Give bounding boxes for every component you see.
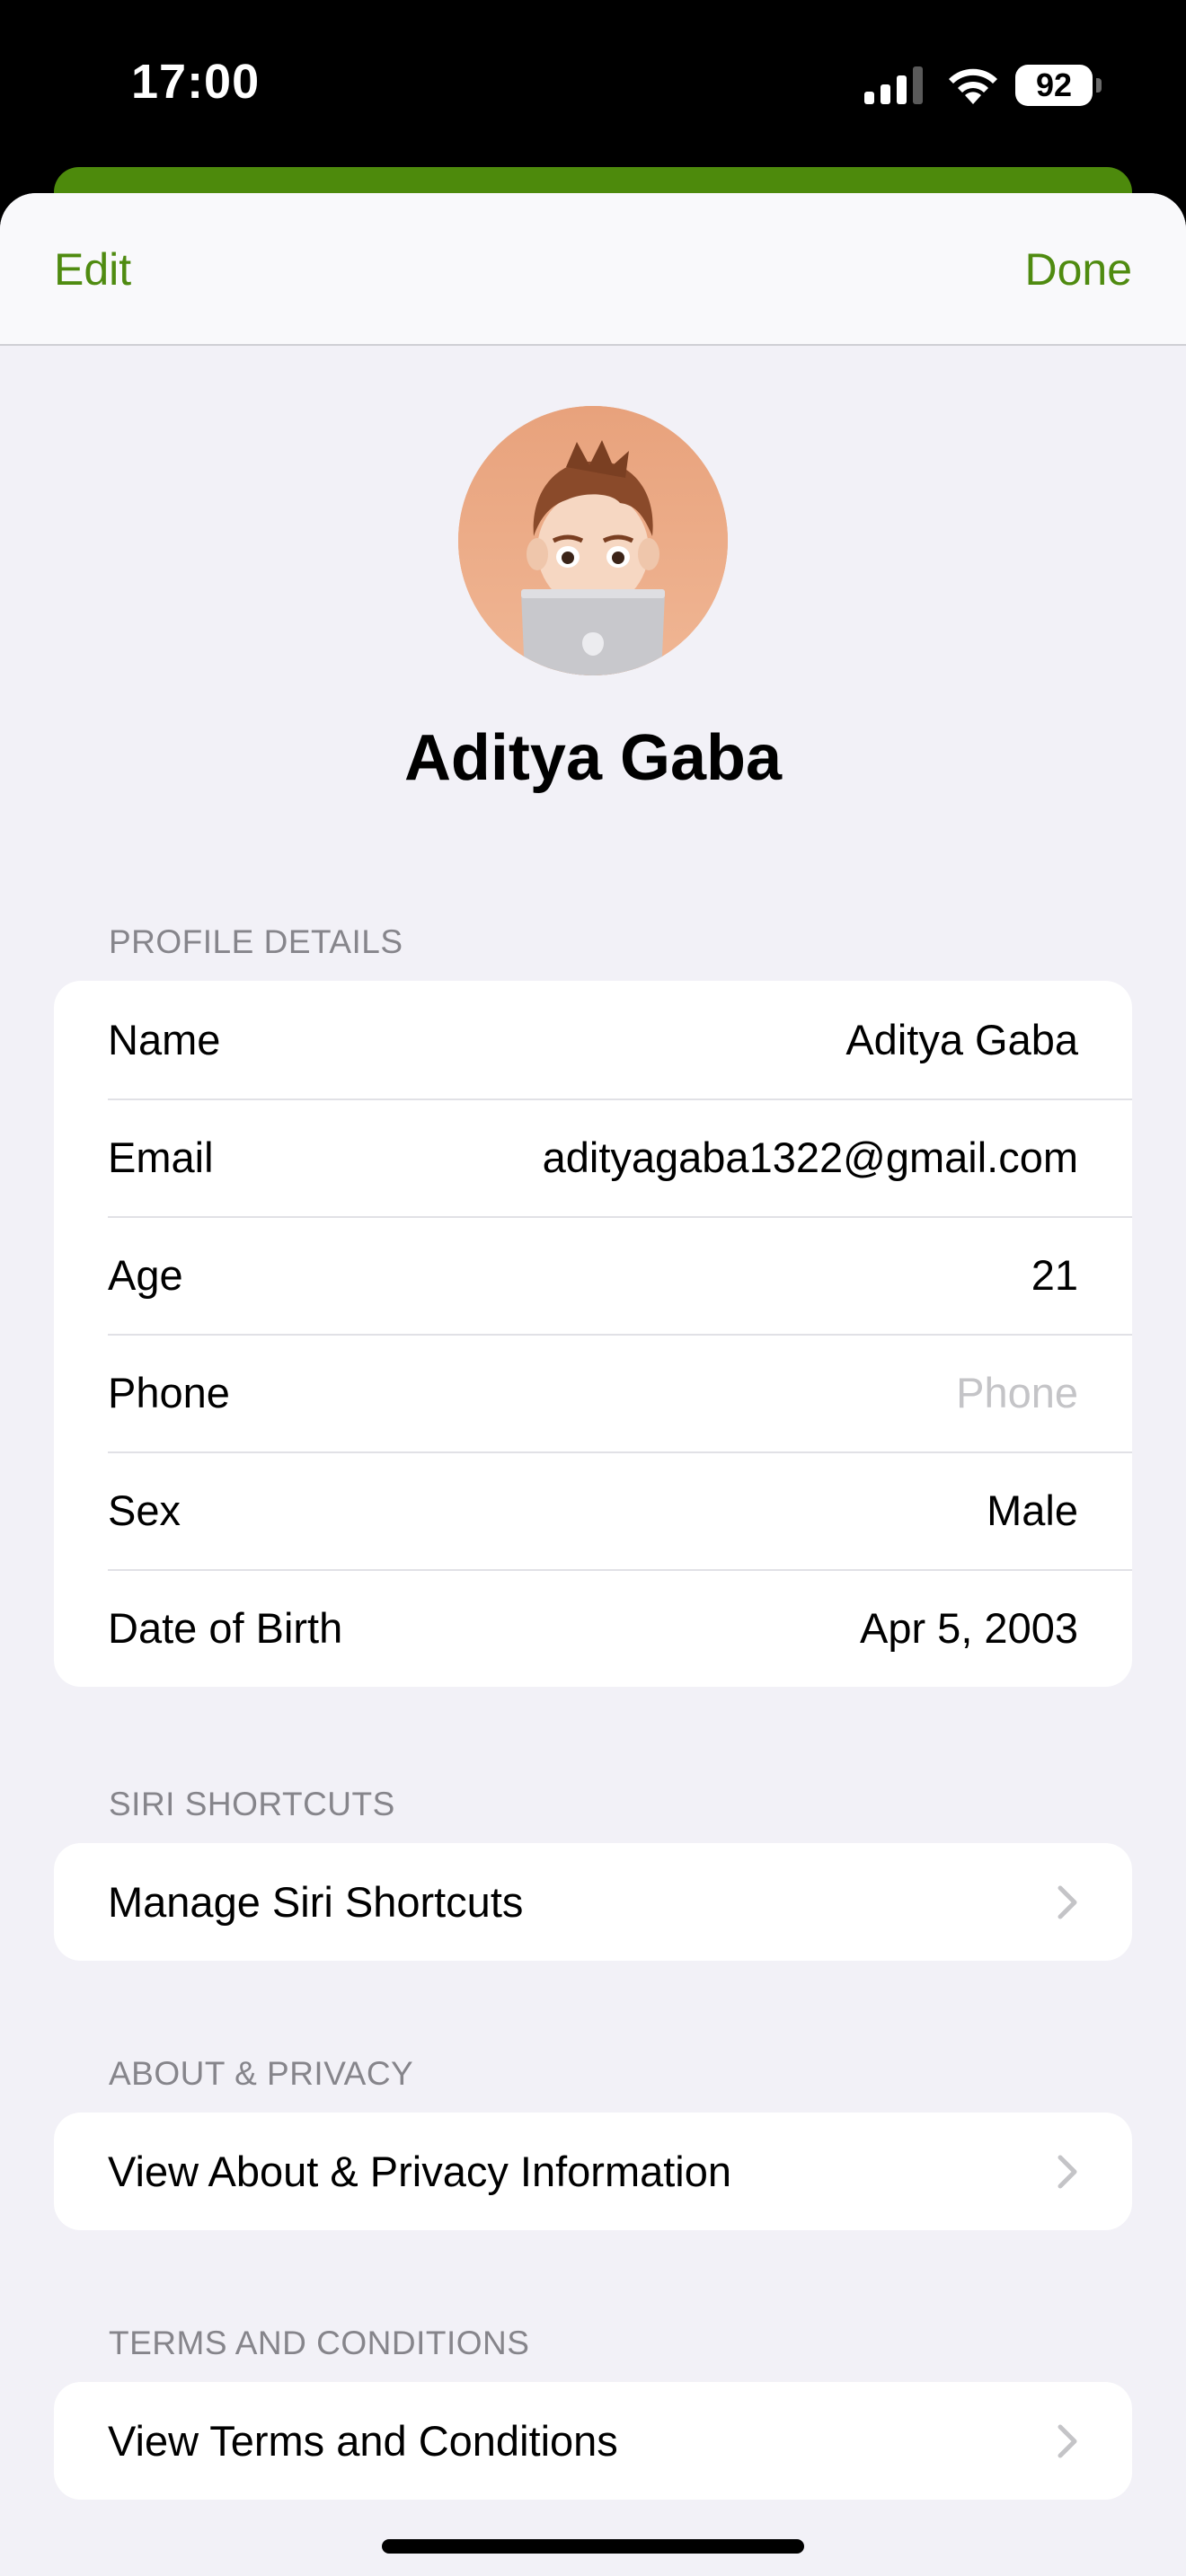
manage-siri-shortcuts-row[interactable]: Manage Siri Shortcuts — [54, 1843, 1132, 1961]
profile-name: Aditya Gaba — [403, 722, 783, 794]
battery-icon: 92 — [1015, 65, 1102, 106]
row-label: Name — [108, 1016, 221, 1063]
row-label: View About & Privacy Information — [108, 2148, 732, 2195]
row-label: Phone — [108, 1369, 230, 1416]
section-header-profile-details: PROFILE DETAILS — [109, 923, 403, 960]
navigation-bar: Edit Done — [0, 193, 1186, 346]
row-phone[interactable]: Phone Phone — [54, 1334, 1132, 1451]
row-label: View Terms and Conditions — [108, 2417, 618, 2465]
status-bar: 17:00 92 — [0, 0, 1186, 180]
row-age[interactable]: Age 21 — [54, 1216, 1132, 1334]
row-label: Sex — [108, 1486, 181, 1534]
memoji-avatar-icon — [458, 406, 728, 675]
date-of-birth-value: Apr 5, 2003 — [859, 1604, 1078, 1652]
row-label: Manage Siri Shortcuts — [108, 1878, 524, 1926]
row-sex[interactable]: Sex Male — [54, 1451, 1132, 1569]
email-value: adityagaba1322@gmail.com — [542, 1134, 1078, 1181]
row-label: Email — [108, 1134, 214, 1181]
profile-details-card: Name Aditya Gaba Email adityagaba1322@gm… — [54, 981, 1132, 1687]
sex-value: Male — [987, 1486, 1078, 1534]
chevron-right-icon — [1058, 1885, 1077, 1919]
name-value: Aditya Gaba — [845, 1016, 1078, 1063]
row-label: Age — [108, 1251, 183, 1299]
siri-shortcuts-card: Manage Siri Shortcuts — [54, 1843, 1132, 1961]
row-name[interactable]: Name Aditya Gaba — [54, 981, 1132, 1098]
profile-sheet: Edit Done Aditya Gaba PROFILE DETAILS Na… — [0, 193, 1186, 2576]
section-header-terms: TERMS AND CONDITIONS — [109, 2325, 530, 2361]
section-header-siri-shortcuts: SIRI SHORTCUTS — [109, 1786, 395, 1822]
status-time: 17:00 — [131, 55, 261, 109]
done-button[interactable]: Done — [1024, 243, 1132, 296]
edit-button[interactable]: Edit — [54, 243, 131, 296]
terms-card: View Terms and Conditions — [54, 2382, 1132, 2500]
home-indicator[interactable] — [382, 2539, 804, 2554]
about-privacy-card: View About & Privacy Information — [54, 2113, 1132, 2230]
wifi-icon — [949, 68, 997, 104]
battery-level: 92 — [1015, 65, 1093, 106]
phone-field[interactable]: Phone — [956, 1368, 1078, 1417]
row-date-of-birth[interactable]: Date of Birth Apr 5, 2003 — [54, 1569, 1132, 1687]
chevron-right-icon — [1058, 2424, 1077, 2457]
cellular-signal-icon — [864, 66, 923, 104]
age-value: 21 — [1031, 1251, 1078, 1299]
row-email[interactable]: Email adityagaba1322@gmail.com — [54, 1098, 1132, 1216]
row-label: Date of Birth — [108, 1604, 343, 1652]
chevron-right-icon — [1058, 2155, 1077, 2188]
view-about-privacy-row[interactable]: View About & Privacy Information — [54, 2113, 1132, 2230]
section-header-about-privacy: ABOUT & PRIVACY — [109, 2055, 414, 2092]
view-terms-row[interactable]: View Terms and Conditions — [54, 2382, 1132, 2500]
avatar[interactable] — [458, 406, 728, 675]
